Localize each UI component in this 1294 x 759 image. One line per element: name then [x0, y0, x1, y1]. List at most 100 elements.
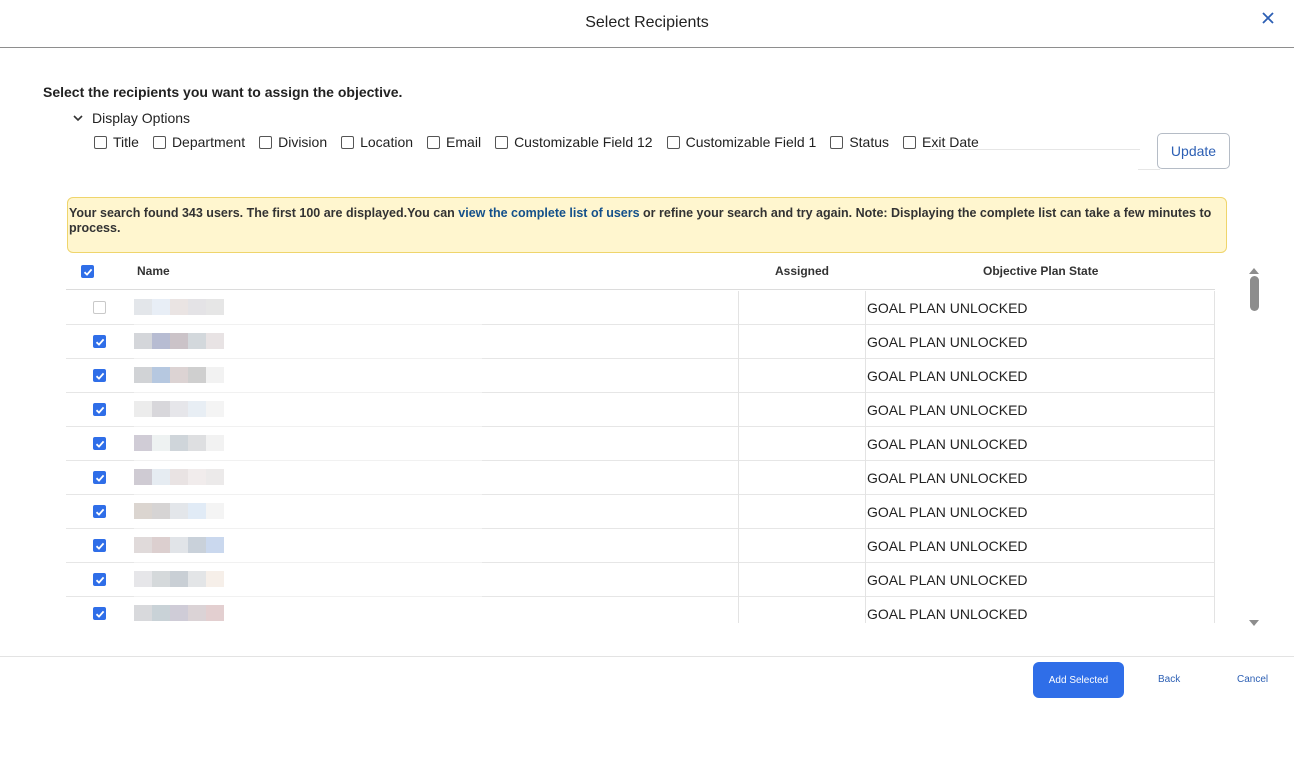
- display-option-label: Customizable Field 1: [685, 134, 817, 150]
- name-cell-redacted: [134, 428, 482, 461]
- table-row[interactable]: GOAL PLAN UNLOCKED: [66, 325, 1215, 359]
- table-row[interactable]: GOAL PLAN UNLOCKED: [66, 393, 1215, 427]
- name-cell-redacted: [134, 496, 482, 529]
- recipients-table: Name Assigned Objective Plan State GOAL …: [66, 256, 1215, 623]
- row-edge: [1214, 291, 1215, 325]
- row-checkbox[interactable]: [93, 369, 106, 382]
- display-option-label: Title: [113, 134, 139, 150]
- dialog-header: Select Recipients: [0, 0, 1294, 48]
- scrollbar-thumb[interactable]: [1250, 276, 1259, 311]
- objective-plan-state: GOAL PLAN UNLOCKED: [867, 300, 1028, 316]
- row-checkbox[interactable]: [93, 403, 106, 416]
- table-row[interactable]: GOAL PLAN UNLOCKED: [66, 563, 1215, 597]
- name-cell-redacted: [134, 394, 482, 427]
- search-notice: Your search found 343 users. The first 1…: [67, 197, 1227, 253]
- display-option-exit-date[interactable]: Exit Date: [903, 134, 979, 150]
- table-row[interactable]: GOAL PLAN UNLOCKED: [66, 597, 1215, 623]
- column-header-state[interactable]: Objective Plan State: [983, 264, 1098, 278]
- display-option-checkbox[interactable]: [427, 135, 441, 149]
- redacted-pixel: [152, 401, 170, 417]
- display-option-checkbox[interactable]: [903, 135, 917, 149]
- redacted-pixel: [134, 605, 152, 621]
- display-option-customizable-field-12[interactable]: Customizable Field 12: [495, 134, 653, 150]
- redacted-pixel: [206, 401, 224, 417]
- display-option-checkbox[interactable]: [666, 135, 680, 149]
- display-options-label: Display Options: [92, 110, 191, 126]
- row-edge: [1214, 359, 1215, 393]
- display-option-label: Department: [171, 134, 246, 150]
- row-checkbox[interactable]: [93, 607, 106, 620]
- display-option-customizable-field-1[interactable]: Customizable Field 1: [666, 134, 817, 150]
- redacted-pixel: [170, 571, 188, 587]
- display-option-title[interactable]: Title: [94, 134, 139, 150]
- cancel-button[interactable]: Cancel: [1237, 674, 1268, 685]
- redacted-pixel: [206, 469, 224, 485]
- dialog-title: Select Recipients: [585, 14, 709, 31]
- select-recipients-dialog: Select Recipients Select the recipients …: [0, 0, 1294, 759]
- display-options-toggle[interactable]: Display Options: [72, 110, 190, 126]
- redacted-pixel: [152, 571, 170, 587]
- redacted-pixel: [188, 435, 206, 451]
- row-checkbox[interactable]: [93, 437, 106, 450]
- display-options-list: Title Department Division Location Email Cust…: [94, 133, 993, 151]
- display-option-checkbox[interactable]: [259, 135, 273, 149]
- scroll-down-arrow[interactable]: [1248, 614, 1260, 626]
- table-row[interactable]: GOAL PLAN UNLOCKED: [66, 359, 1215, 393]
- select-all-checkbox[interactable]: [81, 265, 94, 278]
- display-option-department[interactable]: Department: [152, 134, 246, 150]
- row-edge: [1214, 495, 1215, 529]
- table-row[interactable]: GOAL PLAN UNLOCKED: [66, 495, 1215, 529]
- display-option-checkbox[interactable]: [152, 135, 166, 149]
- row-checkbox[interactable]: [93, 505, 106, 518]
- display-option-location[interactable]: Location: [341, 134, 413, 150]
- display-option-checkbox[interactable]: [830, 135, 844, 149]
- assigned-cell: [738, 461, 866, 495]
- redacted-pixel: [170, 537, 188, 553]
- close-icon[interactable]: [1260, 10, 1276, 26]
- table-row[interactable]: GOAL PLAN UNLOCKED: [66, 529, 1215, 563]
- objective-plan-state: GOAL PLAN UNLOCKED: [867, 436, 1028, 452]
- display-option-status[interactable]: Status: [830, 134, 889, 150]
- row-checkbox[interactable]: [93, 573, 106, 586]
- redacted-pixel: [152, 503, 170, 519]
- name-cell-redacted: [134, 530, 482, 563]
- column-header-name[interactable]: Name: [137, 264, 170, 278]
- row-edge: [1214, 563, 1215, 597]
- redacted-pixel: [134, 435, 152, 451]
- redacted-pixel: [206, 537, 224, 553]
- display-option-division[interactable]: Division: [259, 134, 327, 150]
- add-selected-button[interactable]: Add Selected: [1033, 662, 1124, 698]
- row-checkbox[interactable]: [93, 539, 106, 552]
- assigned-cell: [738, 427, 866, 461]
- redacted-pixel: [170, 401, 188, 417]
- redacted-pixel: [170, 367, 188, 383]
- row-edge: [1214, 461, 1215, 495]
- objective-plan-state: GOAL PLAN UNLOCKED: [867, 538, 1028, 554]
- options-divider: [930, 149, 1140, 150]
- view-complete-list-link[interactable]: view the complete list of users: [458, 206, 639, 220]
- back-button[interactable]: Back: [1158, 674, 1180, 685]
- redacted-pixel: [152, 537, 170, 553]
- redacted-pixel: [170, 605, 188, 621]
- scroll-up-arrow[interactable]: [1248, 262, 1260, 274]
- row-checkbox[interactable]: [93, 335, 106, 348]
- row-checkbox[interactable]: [93, 301, 106, 314]
- table-row[interactable]: GOAL PLAN UNLOCKED: [66, 427, 1215, 461]
- display-option-checkbox[interactable]: [495, 135, 509, 149]
- update-button[interactable]: Update: [1157, 133, 1230, 169]
- redacted-pixel: [134, 571, 152, 587]
- redacted-pixel: [152, 469, 170, 485]
- display-option-checkbox[interactable]: [94, 135, 107, 149]
- row-checkbox[interactable]: [93, 471, 106, 484]
- column-header-assigned[interactable]: Assigned: [775, 264, 829, 278]
- display-option-checkbox[interactable]: [341, 135, 355, 149]
- objective-plan-state: GOAL PLAN UNLOCKED: [867, 572, 1028, 588]
- assigned-cell: [738, 325, 866, 359]
- display-option-email[interactable]: Email: [427, 134, 481, 150]
- table-row[interactable]: GOAL PLAN UNLOCKED: [66, 461, 1215, 495]
- objective-plan-state: GOAL PLAN UNLOCKED: [867, 470, 1028, 486]
- table-row[interactable]: GOAL PLAN UNLOCKED: [66, 291, 1215, 325]
- row-edge: [1214, 529, 1215, 563]
- redacted-pixel: [206, 435, 224, 451]
- redacted-pixel: [206, 571, 224, 587]
